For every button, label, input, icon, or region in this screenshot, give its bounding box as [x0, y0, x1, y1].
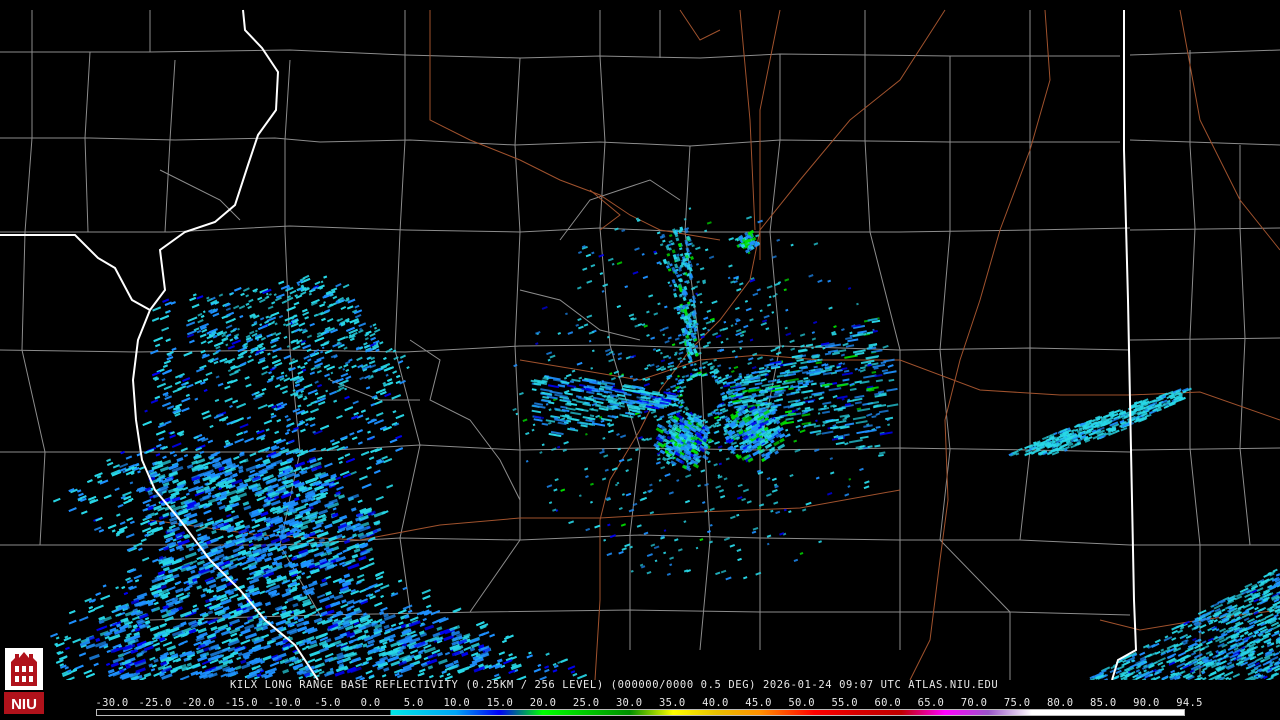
- county-line: [21, 10, 46, 546]
- county-line: [469, 57, 521, 613]
- highway-line: [1179, 9, 1280, 251]
- legend-tick-label: 35.0: [659, 697, 686, 709]
- county-line: [1129, 447, 1280, 451]
- county-line: [1129, 49, 1280, 56]
- radar-map: [0, 9, 1280, 680]
- county-line: [1129, 337, 1280, 341]
- county-line: [1019, 10, 1031, 541]
- county-line: [0, 49, 1120, 59]
- legend-tick-label: 65.0: [917, 697, 945, 709]
- county-line: [0, 225, 1131, 233]
- highway-line: [739, 9, 756, 231]
- legend-tick-label: 70.0: [960, 697, 988, 709]
- county-line: [864, 10, 901, 650]
- legend-tick-label: 25.0: [572, 697, 600, 709]
- legend-tick-label: 50.0: [788, 697, 815, 709]
- legend-tick-label: 85.0: [1090, 697, 1117, 709]
- county-line: [84, 51, 91, 233]
- reflectivity-echoes: [50, 207, 1280, 680]
- legend-tick-label: 60.0: [874, 697, 902, 709]
- highway-line: [429, 10, 721, 241]
- legend-tick-label: 94.5: [1176, 697, 1203, 709]
- product-info-line: KILX LONG RANGE BASE REFLECTIVITY (0.25K…: [230, 679, 999, 691]
- highway-line: [594, 9, 946, 680]
- legend-tick-label: 80.0: [1046, 697, 1074, 709]
- reflectivity-color-scale: [96, 709, 1185, 716]
- highway-line: [589, 189, 621, 231]
- state-line-illinois-indiana: [1111, 10, 1138, 680]
- county-line: [0, 137, 1120, 147]
- legend-labels: -30.0 -25.0 -20.0 -15.0 -10.0 -5.0 0.0 5.0 10.0 1…: [0, 697, 1280, 709]
- county-line: [394, 10, 421, 611]
- county-line: [0, 344, 1131, 353]
- legend-tick-label: 20.0: [529, 697, 557, 709]
- legend-tick-label: 40.0: [702, 697, 729, 709]
- county-line: [759, 54, 781, 650]
- county-line: [409, 339, 521, 501]
- county-line: [164, 59, 176, 233]
- legend-tick-label: 75.0: [1003, 697, 1031, 709]
- legend-tick-label: -5.0: [314, 697, 341, 709]
- legend-tick-label: 10.0: [443, 697, 471, 709]
- legend-tick-label: -25.0: [138, 697, 172, 709]
- highway-line: [759, 9, 781, 260]
- radar-display: NIU KILX LONG RANGE BASE REFLECTIVITY (0…: [0, 0, 1280, 720]
- legend-tick-label: -10.0: [267, 697, 301, 709]
- county-line: [939, 56, 1011, 680]
- legend-tick-label: -15.0: [224, 697, 258, 709]
- legend-tick-label: 5.0: [403, 697, 424, 709]
- highway-line: [679, 9, 721, 41]
- state-line-iowa-missouri: [0, 234, 151, 311]
- echo-cell-north: [735, 229, 761, 255]
- highway-lines: [149, 9, 1280, 680]
- echo-speckle-west: [196, 274, 410, 400]
- county-line: [684, 145, 711, 651]
- legend-tick-label: 45.0: [745, 697, 772, 709]
- county-line: [1189, 50, 1201, 680]
- county-line: [1239, 145, 1251, 546]
- highway-line: [909, 9, 1051, 680]
- legend-tick-label: 30.0: [615, 697, 643, 709]
- legend-tick-label: -30.0: [95, 697, 129, 709]
- legend-tick-label: 55.0: [831, 697, 858, 709]
- legend-tick-label: 15.0: [486, 697, 514, 709]
- echo-band-east: [1008, 387, 1192, 457]
- legend-tick-label: 0.0: [360, 697, 381, 709]
- county-line: [159, 169, 241, 221]
- color-scale-gradient: [97, 710, 1184, 715]
- legend-tick-label: 90.0: [1133, 697, 1160, 709]
- county-line: [1129, 139, 1280, 146]
- legend-tick-label: -20.0: [181, 697, 215, 709]
- county-line: [1129, 227, 1280, 231]
